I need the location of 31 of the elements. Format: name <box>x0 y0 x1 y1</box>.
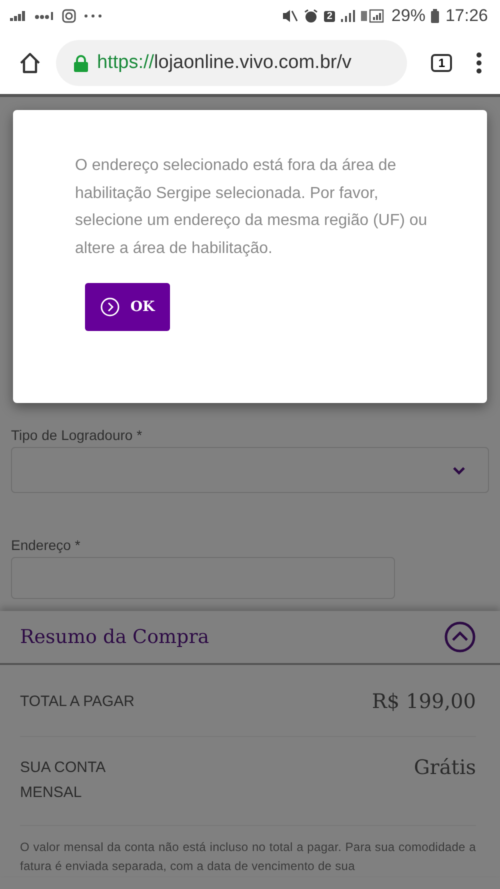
field-label: Tipo de Logradouro * <box>11 427 144 443</box>
signal-icon <box>341 10 356 22</box>
row-label: SUA CONTA MENSAL <box>20 758 106 803</box>
more-icon <box>84 14 102 18</box>
camera-icon <box>62 9 76 23</box>
collapse-icon[interactable] <box>444 621 476 653</box>
row-value: R$ 199,00 <box>372 689 476 713</box>
address-bar[interactable]: https://lojaonline.vivo.com.br/v <box>56 40 408 86</box>
select-field[interactable] <box>11 447 489 493</box>
chevron-down-icon <box>452 466 466 474</box>
row-label: TOTAL A PAGAR <box>20 692 136 712</box>
signal-dots-icon <box>34 12 54 20</box>
summary-title: Resumo da Compra <box>20 626 210 648</box>
sim-badge: 2 <box>324 10 336 22</box>
signal-icon <box>10 11 26 21</box>
tab-count-button[interactable]: 1 <box>431 54 452 72</box>
lock-icon <box>74 54 88 72</box>
battery-icon <box>431 9 440 23</box>
arrow-circle-icon <box>100 297 120 317</box>
alarm-icon <box>304 9 318 23</box>
menu-icon[interactable] <box>476 52 482 74</box>
home-icon[interactable] <box>18 52 42 74</box>
mute-icon <box>282 9 298 23</box>
row-value: Grátis <box>414 755 476 779</box>
dialog-message: O endereço selecionado está fora da área de habilitação Sergipe selecionada. Por favor, selecione um endereço da mesma região (UF) ou altere a área de habilitação. <box>75 156 428 258</box>
field-label: Endereço * <box>11 537 82 553</box>
battery-percent: 29% <box>391 6 426 26</box>
clock-time: 17:26 <box>445 6 488 26</box>
network-signal-icon <box>361 9 386 23</box>
ok-button[interactable]: OK <box>85 283 170 331</box>
note-text: O valor mensal da conta não está incluso no total a pagar. Para sua comodidade a fatura é enviada separada, com a data de vencimento de sua <box>20 839 476 875</box>
